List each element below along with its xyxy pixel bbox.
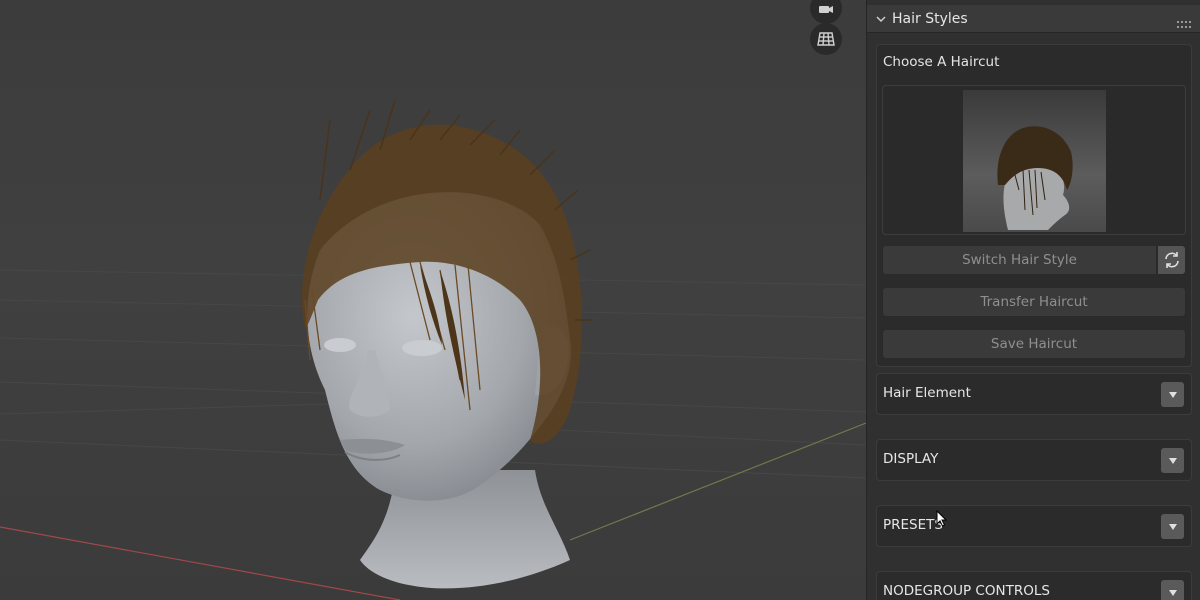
refresh-icon	[1164, 252, 1179, 268]
section-nodegroup-controls-label: NODEGROUP CONTROLS	[883, 583, 1050, 599]
grid-view-button[interactable]	[810, 23, 842, 55]
app-root: Hair Styles Choose A Haircut Switch Hair…	[0, 0, 1200, 600]
haircut-preview-thumbnail[interactable]	[963, 90, 1106, 232]
section-hair-element-label: Hair Element	[883, 385, 971, 401]
3d-viewport[interactable]	[0, 0, 866, 600]
switch-hair-style-label: Switch Hair Style	[962, 252, 1077, 268]
mouse-cursor-icon	[936, 510, 948, 527]
section-presets[interactable]: PRESETS	[876, 505, 1192, 547]
choose-haircut-box: Choose A Haircut Switch Hair Style Trans…	[876, 44, 1192, 367]
section-display-label: DISPLAY	[883, 451, 939, 467]
transfer-haircut-button[interactable]: Transfer Haircut	[882, 287, 1186, 317]
dropdown-arrow-icon[interactable]	[1161, 448, 1184, 473]
y-axis-line	[569, 422, 866, 541]
save-haircut-button[interactable]: Save Haircut	[882, 329, 1186, 359]
dropdown-arrow-icon[interactable]	[1161, 580, 1184, 600]
section-presets-label: PRESETS	[883, 517, 943, 533]
chevron-down-icon[interactable]	[875, 13, 887, 25]
dropdown-arrow-icon[interactable]	[1161, 382, 1184, 407]
haircut-preview[interactable]	[882, 85, 1186, 235]
save-haircut-label: Save Haircut	[990, 336, 1078, 352]
camera-icon	[819, 6, 833, 13]
x-axis-line	[0, 526, 401, 600]
section-nodegroup-controls[interactable]: NODEGROUP CONTROLS	[876, 571, 1192, 600]
transfer-haircut-label: Transfer Haircut	[980, 294, 1088, 310]
grid-icon	[817, 32, 835, 46]
hair-styles-panel: Hair Styles Choose A Haircut Switch Hair…	[866, 0, 1200, 600]
refresh-button[interactable]	[1157, 245, 1186, 275]
section-hair-element[interactable]: Hair Element	[876, 373, 1192, 415]
drag-grip-icon[interactable]	[1177, 14, 1191, 33]
dropdown-arrow-icon[interactable]	[1161, 514, 1184, 539]
panel-header[interactable]: Hair Styles	[867, 5, 1200, 33]
panel-title: Hair Styles	[892, 10, 968, 27]
switch-hair-style-button[interactable]: Switch Hair Style	[882, 245, 1157, 275]
choose-haircut-label: Choose A Haircut	[883, 54, 1000, 70]
viewport-scene	[0, 99, 866, 600]
section-display[interactable]: DISPLAY	[876, 439, 1192, 481]
